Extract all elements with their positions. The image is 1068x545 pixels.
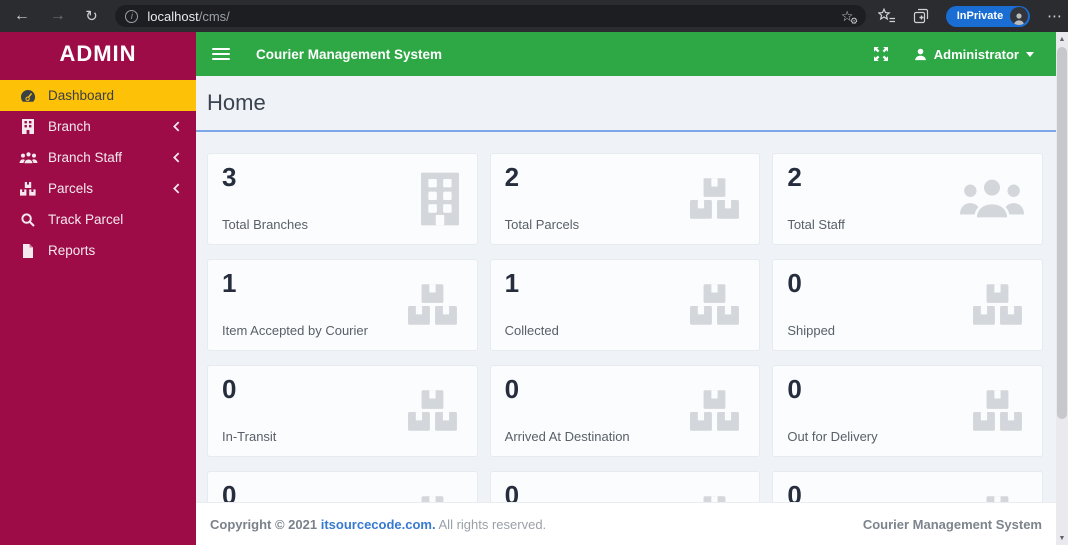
boxes-icon (972, 390, 1024, 432)
main-content: Home 3 Total Branches 2 Total Parcels 2 … (196, 76, 1056, 545)
url-text: localhost/cms/ (147, 9, 229, 24)
boxes-icon (689, 390, 741, 432)
boxes-icon (689, 178, 741, 220)
sidebar-brand: ADMIN (59, 41, 137, 66)
sidebar-menu: Dashboard Branch Branch Staff Parcels Tr… (0, 80, 196, 266)
page-footer: Copyright © 2021 itsourcecode.com. All r… (196, 502, 1056, 545)
sidebar-item-label: Parcels (48, 181, 94, 196)
file-icon (18, 243, 38, 258)
profile-avatar[interactable] (1010, 7, 1029, 25)
chevron-left-icon (173, 121, 180, 132)
stat-card: 2 Total Staff (772, 153, 1043, 245)
sidebar-item-label: Branch (48, 119, 91, 134)
site-info-icon[interactable]: i (125, 9, 139, 23)
sidebar-item-branch[interactable]: Branch (0, 111, 196, 142)
url-host: localhost (147, 8, 199, 24)
browser-forward-icon: → (49, 7, 66, 24)
browser-toolbar: ← → ↻ i localhost/cms/ ☆ ⚙ InPrivate ⋯ (0, 0, 1068, 32)
scroll-down-icon[interactable]: ▼ (1056, 531, 1068, 545)
users-icon (959, 177, 1024, 221)
sidebar-item-label: Dashboard (48, 88, 115, 103)
building-icon (420, 172, 459, 226)
building-icon (18, 119, 38, 134)
browser-refresh-icon[interactable]: ↻ (78, 3, 106, 29)
stat-card: 1 Collected (489, 259, 761, 351)
tachometer-icon (18, 89, 38, 103)
stat-card: 0 Out for Delivery (772, 365, 1043, 457)
collections-icon[interactable] (908, 3, 934, 29)
stat-card: 0 Arrived At Destination (489, 365, 761, 457)
app-title: Courier Management System (256, 46, 443, 62)
boxes-icon (407, 390, 459, 432)
boxes-icon (689, 284, 741, 326)
sidebar-item-label: Branch Staff (48, 150, 123, 165)
sidebar-item-parcels[interactable]: Parcels (0, 173, 196, 204)
stat-card: 3 Total Branches (207, 153, 478, 245)
favorites-hub-icon[interactable] (874, 3, 900, 29)
favorites-star-icon[interactable]: ☆ ⚙ (836, 8, 859, 26)
top-navbar: Courier Management System Administrator (196, 32, 1056, 76)
inprivate-badge[interactable]: InPrivate (945, 5, 1031, 27)
boxes-icon (407, 284, 459, 326)
stat-card: 2 Total Parcels (489, 153, 761, 245)
username-label: Administrator (933, 46, 1019, 62)
sidebar-item-branch-staff[interactable]: Branch Staff (0, 142, 196, 173)
copyright-text: Copyright © 2021 itsourcecode.com. All r… (210, 517, 546, 532)
browser-back-icon[interactable]: ← (8, 3, 36, 29)
user-dropdown[interactable]: Administrator (914, 47, 1034, 62)
page-header: Home (196, 76, 1056, 132)
page-scrollbar[interactable]: ▲ ▼ (1056, 32, 1068, 545)
chevron-left-icon (173, 152, 180, 163)
address-bar[interactable]: i localhost/cms/ ☆ ⚙ (115, 5, 867, 27)
users-icon (18, 150, 38, 165)
hamburger-menu-icon[interactable] (212, 45, 230, 63)
inprivate-label: InPrivate (956, 10, 1004, 22)
sidebar-item-reports[interactable]: Reports (0, 235, 196, 266)
footer-brand: Courier Management System (862, 516, 1042, 532)
browser-menu-icon[interactable]: ⋯ (1042, 7, 1068, 25)
sidebar-item-dashboard[interactable]: Dashboard (0, 80, 196, 111)
search-icon (18, 212, 38, 227)
gear-icon: ⚙ (850, 15, 859, 26)
stat-card: 0 Shipped (772, 259, 1043, 351)
user-icon (914, 48, 926, 60)
page-title: Home (207, 90, 266, 115)
url-path: /cms/ (198, 8, 230, 24)
stat-card: 1 Item Accepted by Courier (207, 259, 478, 351)
itsourcecode-link[interactable]: itsourcecode.com. (321, 517, 436, 532)
rights-text: All rights reserved. (438, 516, 547, 532)
chevron-left-icon (173, 183, 180, 194)
sidebar: ADMIN Dashboard Branch Branch Staff Parc… (0, 32, 196, 545)
stat-card: 0 In-Transit (207, 365, 478, 457)
sidebar-item-label: Track Parcel (48, 212, 124, 227)
stats-grid: 3 Total Branches 2 Total Parcels 2 Total… (196, 153, 1056, 545)
sidebar-item-label: Reports (48, 243, 96, 258)
scrollbar-thumb[interactable] (1057, 47, 1067, 419)
fullscreen-icon[interactable] (873, 47, 888, 61)
boxes-icon (972, 284, 1024, 326)
copyright-prefix: Copyright © 2021 (210, 516, 318, 532)
chevron-down-icon (1026, 51, 1034, 57)
scroll-up-icon[interactable]: ▲ (1056, 32, 1068, 46)
boxes-icon (18, 181, 38, 196)
sidebar-item-track-parcel[interactable]: Track Parcel (0, 204, 196, 235)
